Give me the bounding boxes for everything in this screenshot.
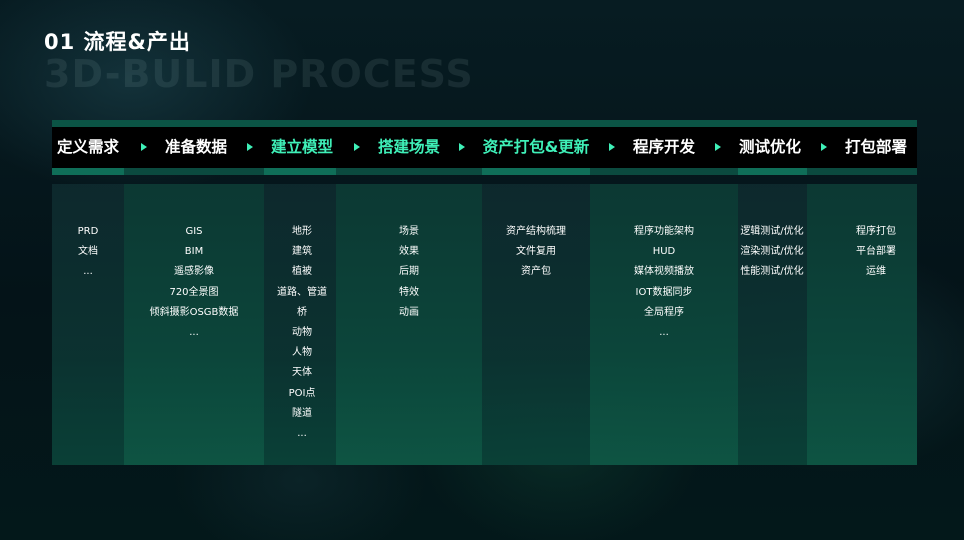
list-item: ... <box>189 326 199 338</box>
stage-items-build-scene: 场景 效果 后期 特效 动画 <box>336 222 482 323</box>
list-item: 全局程序 <box>644 306 684 318</box>
stage-items-program-development: 程序功能架构 HUD 媒体视频播放 IOT数据同步 全局程序 ... <box>590 222 738 343</box>
list-item: PRD <box>77 226 99 237</box>
list-item: 动物 <box>292 326 312 338</box>
list-item: ... <box>297 427 307 439</box>
list-item: 倾斜摄影OSGB数据 <box>149 306 239 318</box>
page-subtitle-watermark: 3D-BULID PROCESS <box>44 52 474 96</box>
list-item: 资产结构梳理 <box>506 226 566 237</box>
list-item: 特效 <box>399 286 419 298</box>
stage-items-test-optimize: 逻辑测试/优化 渲染测试/优化 性能测试/优化 <box>734 222 810 283</box>
list-item: 地形 <box>292 226 312 237</box>
list-item: HUD <box>652 246 676 258</box>
arrow-right-icon <box>715 143 721 151</box>
list-item: 性能测试/优化 <box>740 266 804 278</box>
list-item: 场景 <box>399 226 419 237</box>
underbar-highlight-7 <box>738 168 807 175</box>
list-item: 效果 <box>399 246 419 258</box>
list-item: IOT数据同步 <box>635 286 693 298</box>
list-item: GIS <box>185 226 203 237</box>
list-item: POI点 <box>288 387 316 399</box>
stage-title-program-development: 程序开发 <box>632 138 695 156</box>
list-item: BIM <box>184 246 204 258</box>
list-item: 人物 <box>292 347 312 359</box>
list-item: 媒体视频播放 <box>634 266 694 278</box>
list-item: 运维 <box>866 266 886 278</box>
list-item: 动画 <box>399 306 419 318</box>
arrow-right-icon <box>459 143 465 151</box>
list-item: 720全景图 <box>169 286 219 298</box>
list-item: 逻辑测试/优化 <box>740 226 804 237</box>
list-item: ... <box>83 266 93 278</box>
list-item: 渲染测试/优化 <box>740 246 804 258</box>
list-item: 遥感影像 <box>174 266 214 278</box>
list-item: 平台部署 <box>856 246 896 258</box>
arrow-right-icon <box>141 143 147 151</box>
underbar-highlight-1 <box>52 168 124 175</box>
stage-items-asset-package-update: 资产结构梳理 文件复用 资产包 <box>482 222 590 283</box>
underbar-highlight-5 <box>482 168 590 175</box>
list-item: 建筑 <box>292 246 312 258</box>
stage-items-build-model: 地形 建筑 植被 道路、管道 桥 动物 人物 天体 POI点 隧道 ... <box>264 222 340 444</box>
stage-title-define-requirements: 定义需求 <box>56 138 119 156</box>
list-item: 天体 <box>292 367 312 379</box>
list-item: 道路、管道 <box>277 286 327 298</box>
stage-title-build-model: 建立模型 <box>270 138 333 156</box>
underbar-highlight-3 <box>264 168 336 175</box>
arrow-right-icon <box>354 143 360 151</box>
stage-title-build-scene: 搭建场景 <box>377 138 440 156</box>
list-item: 程序打包 <box>856 226 896 237</box>
list-item: 程序功能架构 <box>634 226 694 237</box>
stage-items-prepare-data: GIS BIM 遥感影像 720全景图 倾斜摄影OSGB数据 ... <box>124 222 264 343</box>
stage-title-package-deploy: 打包部署 <box>844 138 907 156</box>
panel-top-bar <box>52 120 917 127</box>
list-item: 桥 <box>297 306 307 318</box>
list-item: 植被 <box>292 266 312 278</box>
stage-title-test-optimize: 测试优化 <box>738 138 801 156</box>
list-item: 后期 <box>399 266 419 278</box>
list-item: ... <box>659 326 669 338</box>
stage-title-asset-package-update: 资产打包&更新 <box>482 138 590 156</box>
stage-items-package-deploy: 程序打包 平台部署 运维 <box>832 222 920 283</box>
list-item: 文档 <box>78 246 98 258</box>
list-item: 隧道 <box>292 407 312 419</box>
list-item: 资产包 <box>521 266 551 278</box>
list-item: 文件复用 <box>516 246 556 258</box>
process-panel: 定义需求 准备数据 建立模型 搭建场景 资产打包&更新 程序开发 测试优化 打包… <box>52 120 917 465</box>
stage-items-define-requirements: PRD 文档 ... <box>52 222 124 283</box>
arrow-right-icon <box>821 143 827 151</box>
arrow-right-icon <box>247 143 253 151</box>
stage-title-prepare-data: 准备数据 <box>164 138 227 156</box>
arrow-right-icon <box>609 143 615 151</box>
